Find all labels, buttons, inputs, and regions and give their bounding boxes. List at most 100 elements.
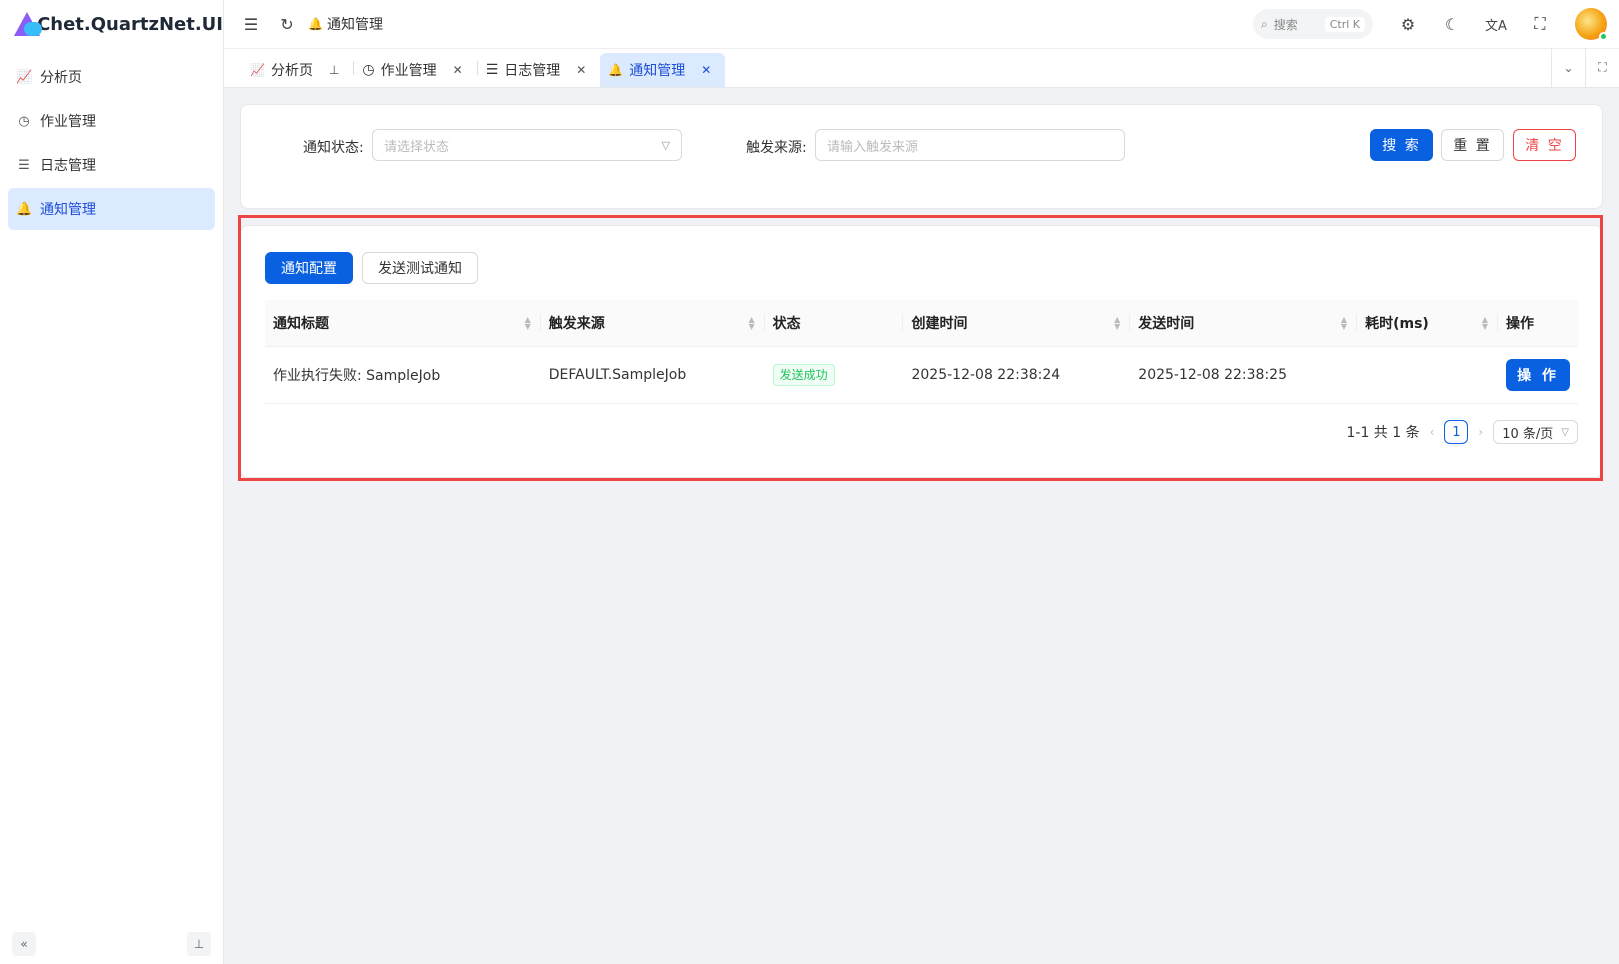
clear-button[interactable]: 清 空 xyxy=(1513,129,1576,161)
app-title: Chet.QuartzNet.UI xyxy=(37,13,223,35)
tab-label: 日志管理 xyxy=(504,63,561,79)
row-action-button[interactable]: 操 作 xyxy=(1506,358,1570,391)
status-badge: 发送成功 xyxy=(772,363,835,386)
sidebar-footer: « ⊥ xyxy=(12,932,211,956)
source-filter-label: 触发来源: xyxy=(746,140,807,156)
tab-analysis[interactable]: 📈 分析页 ⊥ xyxy=(242,53,353,87)
reset-button[interactable]: 重 置 xyxy=(1441,129,1504,161)
breadcrumb[interactable]: 🔔 通知管理 xyxy=(308,14,383,34)
language-button[interactable]: 文A xyxy=(1481,9,1511,39)
cell-duration xyxy=(1357,346,1498,404)
status-select-placeholder: 请选择状态 xyxy=(384,139,450,155)
clock-icon: ◷ xyxy=(18,113,30,129)
close-icon[interactable]: ✕ xyxy=(576,63,586,77)
close-icon[interactable]: ✕ xyxy=(453,63,463,77)
status-select[interactable]: 请选择状态 ▽ xyxy=(372,129,682,161)
tab-maximize-button[interactable]: ⛶ xyxy=(1585,48,1619,87)
pin-sidebar-button[interactable]: ⊥ xyxy=(187,932,211,956)
bell-icon: 🔔 xyxy=(308,17,323,31)
tab-label: 通知管理 xyxy=(629,63,686,79)
column-header-duration[interactable]: 耗时(ms) ▲ ▼ xyxy=(1357,300,1498,347)
status-filter-label: 通知状态: xyxy=(303,140,364,156)
tab-label: 分析页 xyxy=(270,63,313,79)
app-logo[interactable]: Chet.QuartzNet.UI xyxy=(0,0,223,48)
bell-icon: 🔔 xyxy=(16,201,33,217)
cell-title: 作业执行失败: SampleJob xyxy=(265,346,541,404)
sidebar-item-jobs[interactable]: ◷ 作业管理 xyxy=(8,100,215,142)
chart-icon: 📈 xyxy=(16,69,33,85)
column-label: 耗时(ms) xyxy=(1365,315,1429,332)
tab-logs[interactable]: ☰ 日志管理 ✕ xyxy=(478,53,601,87)
tab-notifications[interactable]: 🔔 通知管理 ✕ xyxy=(600,53,726,87)
gear-icon: ⚙ xyxy=(1400,14,1416,34)
settings-button[interactable]: ⚙ xyxy=(1393,9,1423,39)
column-label: 通知标题 xyxy=(273,315,329,332)
column-label: 操作 xyxy=(1506,315,1534,332)
tab-dropdown-button[interactable]: ⌄ xyxy=(1551,48,1585,87)
refresh-button[interactable]: ↻ xyxy=(272,9,302,39)
notification-table: 通知标题 ▲ ▼ 触发来源 ▲ ▼ 状态 创建时间 ▲ ▼ 发送时间 ▲ ▼ 耗时(ms) ▲ ▼ … xyxy=(265,300,1578,404)
sidebar-item-notifications[interactable]: 🔔 通知管理 xyxy=(8,188,215,230)
column-header-title[interactable]: 通知标题 ▲ ▼ xyxy=(265,300,541,347)
sidebar-item-label: 通知管理 xyxy=(40,202,96,218)
refresh-icon: ↻ xyxy=(280,14,294,34)
collapse-sidebar-button[interactable]: « xyxy=(12,932,36,956)
column-label: 状态 xyxy=(772,315,801,332)
translate-icon: 文A xyxy=(1485,18,1507,34)
breadcrumb-current: 通知管理 xyxy=(326,17,383,33)
chevron-down-icon: ⌄ xyxy=(1563,60,1574,75)
search-button[interactable]: 搜 索 xyxy=(1370,129,1433,161)
moon-icon: ☾ xyxy=(1444,14,1460,34)
sort-icon[interactable]: ▲ ▼ xyxy=(525,316,531,331)
hamburger-icon: ☰ xyxy=(243,14,259,34)
cell-created: 2025-12-08 22:38:24 xyxy=(903,346,1131,404)
fullscreen-icon: ⛶ xyxy=(1534,14,1546,33)
filter-panel: 通知状态: 请选择状态 ▽ 触发来源: 请输入触发来源 搜 索 重 置 清 空 xyxy=(240,104,1603,209)
sidebar-item-logs[interactable]: ☰ 日志管理 xyxy=(8,144,215,186)
pin-icon[interactable]: ⊥ xyxy=(329,63,339,77)
tab-jobs[interactable]: ◷ 作业管理 ✕ xyxy=(354,53,476,87)
sidebar-item-analysis[interactable]: 📈 分析页 xyxy=(8,56,215,98)
sort-icon[interactable]: ▲ ▼ xyxy=(1114,316,1120,331)
list-icon: ☰ xyxy=(18,157,30,173)
column-header-created[interactable]: 创建时间 ▲ ▼ xyxy=(903,300,1131,347)
prev-page-button[interactable]: ‹ xyxy=(1430,425,1435,439)
chevron-down-icon: ▽ xyxy=(1561,426,1569,438)
sidebar-item-label: 分析页 xyxy=(40,70,82,86)
table-row: 作业执行失败: SampleJob DEFAULT.SampleJob 发送成功… xyxy=(265,346,1578,404)
page-size-select[interactable]: 10 条/页 ▽ xyxy=(1493,420,1578,444)
table-panel: 通知配置 发送测试通知 通知标题 ▲ ▼ 触发来源 ▲ ▼ 状态 创建时间 ▲ ▼ 发送时间… xyxy=(240,225,1603,478)
column-header-status: 状态 xyxy=(764,300,904,347)
tab-label: 作业管理 xyxy=(380,63,437,79)
sort-icon[interactable]: ▲ ▼ xyxy=(1482,316,1488,331)
column-header-source[interactable]: 触发来源 ▲ ▼ xyxy=(540,300,765,347)
top-header: ☰ ↻ 🔔 通知管理 ⌕ 搜索 Ctrl K ⚙ ☾ 文A ⛶ xyxy=(224,0,1619,49)
source-input[interactable]: 请输入触发来源 xyxy=(815,129,1125,161)
table-header-row: 通知标题 ▲ ▼ 触发来源 ▲ ▼ 状态 创建时间 ▲ ▼ 发送时间 ▲ ▼ 耗时(ms) ▲ ▼ … xyxy=(265,300,1578,347)
column-header-sent[interactable]: 发送时间 ▲ ▼ xyxy=(1130,300,1358,347)
pagination: 1-1 共 1 条 ‹ 1 › 10 条/页 ▽ xyxy=(1346,420,1578,444)
close-icon[interactable]: ✕ xyxy=(701,63,711,77)
theme-toggle-button[interactable]: ☾ xyxy=(1437,9,1467,39)
cell-actions: 操 作 xyxy=(1498,346,1578,404)
clock-icon: ◷ xyxy=(362,62,375,78)
online-status-dot xyxy=(1599,32,1608,41)
sort-icon[interactable]: ▲ ▼ xyxy=(748,316,754,331)
avatar[interactable] xyxy=(1575,8,1608,41)
column-label: 创建时间 xyxy=(911,315,968,332)
cell-source: DEFAULT.SampleJob xyxy=(540,346,765,404)
bell-icon: 🔔 xyxy=(608,63,624,77)
global-search[interactable]: ⌕ 搜索 Ctrl K xyxy=(1253,9,1373,39)
header-actions: ⌕ 搜索 Ctrl K ⚙ ☾ 文A ⛶ xyxy=(1253,8,1608,41)
next-page-button[interactable]: › xyxy=(1478,425,1483,439)
maximize-icon: ⛶ xyxy=(1598,60,1607,74)
fullscreen-button[interactable]: ⛶ xyxy=(1525,9,1555,39)
send-test-notification-button[interactable]: 发送测试通知 xyxy=(362,252,478,284)
pin-icon: ⊥ xyxy=(193,937,205,951)
menu-toggle-button[interactable]: ☰ xyxy=(236,9,266,39)
column-header-actions: 操作 xyxy=(1498,300,1578,347)
notification-config-button[interactable]: 通知配置 xyxy=(265,252,353,284)
column-label: 触发来源 xyxy=(548,315,605,332)
sort-icon[interactable]: ▲ ▼ xyxy=(1341,316,1347,331)
page-number-current[interactable]: 1 xyxy=(1444,420,1469,444)
